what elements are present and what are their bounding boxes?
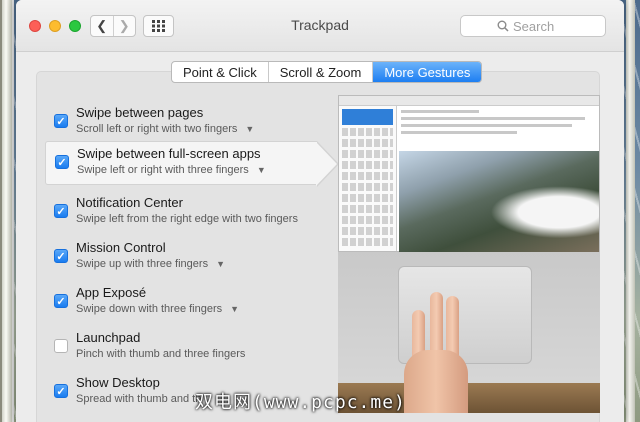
gesture-title: Show Desktop [76,375,160,390]
chevron-down-icon: ▼ [245,124,255,134]
preview-hand [400,288,480,413]
gesture-swipe-between-pages[interactable]: ✓ Swipe between pages Scroll left or rig… [45,101,317,145]
gesture-title: Swipe between pages [76,105,204,120]
watermark-text: 双电网(www.pcpc.me) [195,392,406,413]
forward-button[interactable]: ❯ [112,16,136,36]
checkbox-app-expose[interactable]: ✓ [54,294,68,308]
checkmark-icon: ✓ [56,250,66,263]
gesture-app-expose[interactable]: ✓ App Exposé Swipe down with three finge… [45,281,317,325]
checkmark-icon: ✓ [56,115,66,128]
gesture-title: App Exposé [76,285,147,300]
gesture-option-menu[interactable]: Swipe left or right with three fingers ▼ [77,164,266,176]
selection-arrow [316,141,339,187]
gesture-title: Launchpad [76,330,141,345]
preferences-window: ❮ ❯ Trackpad Point & Click Scroll & Zoom [16,0,624,422]
gesture-subtitle: Swipe left from the right edge with two … [76,213,298,225]
birch-tree [626,0,635,422]
checkbox-show-desktop[interactable]: ✓ [54,384,68,398]
gesture-option-menu[interactable]: Swipe down with three fingers ▼ [76,303,239,315]
gesture-subtitle: Spread with thumb and th [76,393,202,405]
checkmark-icon: ✓ [56,385,66,398]
gesture-mission-control[interactable]: ✓ Mission Control Swipe up with three fi… [45,236,317,280]
gesture-option-menu[interactable]: Scroll left or right with two fingers ▼ [76,123,254,135]
grid-icon [151,20,165,32]
preview-message-body [401,110,595,150]
checkbox-mission-control[interactable]: ✓ [54,249,68,263]
chevron-down-icon: ▼ [230,304,240,314]
checkbox-swipe-between-full-screen-apps[interactable]: ✓ [55,155,69,169]
gesture-subtitle: Swipe up with three fingers [76,258,209,270]
preview-mail-window [338,95,600,253]
preview-toolbar [339,96,599,106]
gesture-notification-center[interactable]: ✓ Notification Center Swipe left from th… [45,191,317,235]
gesture-option-menu[interactable]: Swipe up with three fingers ▼ [76,258,225,270]
checkbox-launchpad[interactable] [54,339,68,353]
gesture-title: Notification Center [76,195,183,210]
birch-tree [2,0,12,422]
gesture-subtitle: Pinch with thumb and three fingers [76,348,246,360]
checkmark-icon: ✓ [56,205,66,218]
gesture-subtitle: Swipe left or right with three fingers [77,164,249,176]
magnifier-icon [497,20,509,32]
title-bar: ❮ ❯ Trackpad [16,0,624,52]
search-input[interactable] [513,18,569,34]
close-button[interactable] [29,20,41,32]
checkbox-swipe-between-pages[interactable]: ✓ [54,114,68,128]
chevron-right-icon: ❯ [118,18,130,33]
tab-more-gestures[interactable]: More Gestures [372,62,482,82]
show-all-button[interactable] [143,15,174,37]
gesture-preview-video [338,95,600,413]
chevron-down-icon: ▼ [256,165,266,175]
gesture-title: Swipe between full-screen apps [77,146,261,161]
chevron-down-icon: ▼ [216,259,225,269]
search-field[interactable] [460,15,606,37]
gesture-subtitle: Swipe down with three fingers [76,303,223,315]
checkbox-notification-center[interactable]: ✓ [54,204,68,218]
preview-message-list [339,106,397,251]
checkmark-icon: ✓ [56,295,66,308]
gesture-subtitle: Scroll left or right with two fingers [76,123,238,135]
navigation-buttons: ❮ ❯ [90,15,136,37]
tab-point-and-click[interactable]: Point & Click [172,62,268,82]
chevron-left-icon: ❮ [96,18,108,33]
gesture-title: Mission Control [76,240,166,255]
preview-landscape-photo [399,151,599,253]
checkmark-icon: ✓ [57,156,67,169]
zoom-button[interactable] [69,20,81,32]
tab-scroll-and-zoom[interactable]: Scroll & Zoom [267,62,373,82]
back-button[interactable]: ❮ [91,16,113,36]
gesture-launchpad[interactable]: Launchpad Pinch with thumb and three fin… [45,326,317,370]
gesture-swipe-between-full-screen-apps[interactable]: ✓ Swipe between full-screen apps Swipe l… [45,141,339,187]
minimize-button[interactable] [49,20,61,32]
tab-bar: Point & Click Scroll & Zoom More Gesture… [171,61,483,83]
